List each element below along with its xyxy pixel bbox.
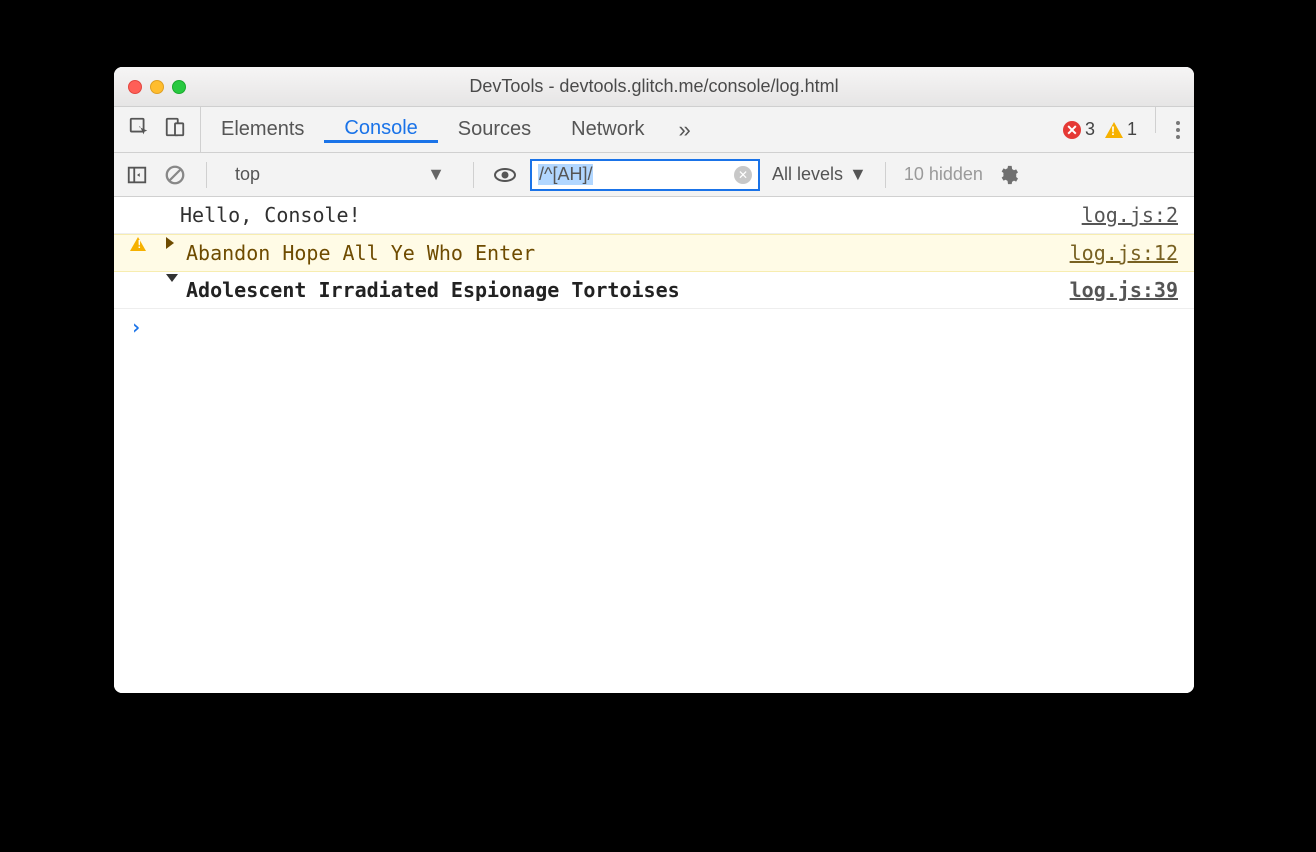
- warning-icon: [130, 237, 146, 251]
- log-message: Abandon Hope All Ye Who Enter: [180, 237, 1070, 269]
- clear-console-icon[interactable]: [162, 162, 188, 188]
- clear-filter-icon[interactable]: ✕: [734, 166, 752, 184]
- more-tabs-button[interactable]: »: [665, 107, 705, 152]
- log-row[interactable]: Abandon Hope All Ye Who Enter log.js:12: [114, 234, 1194, 272]
- divider: [1155, 107, 1156, 133]
- log-row[interactable]: Adolescent Irradiated Espionage Tortoise…: [114, 272, 1194, 309]
- live-expression-icon[interactable]: [492, 162, 518, 188]
- filter-value: /^[AH]/: [538, 164, 593, 185]
- log-source-link[interactable]: log.js:2: [1082, 199, 1178, 231]
- tab-console[interactable]: Console: [324, 117, 437, 143]
- divider: [206, 162, 207, 188]
- warning-icon: [1105, 122, 1123, 138]
- chevron-down-icon: ▼: [427, 164, 445, 185]
- titlebar: DevTools - devtools.glitch.me/console/lo…: [114, 67, 1194, 107]
- tab-sources[interactable]: Sources: [438, 118, 551, 141]
- disclosure-down-icon[interactable]: [166, 274, 178, 282]
- tab-elements[interactable]: Elements: [201, 118, 324, 141]
- log-message: Hello, Console!: [180, 199, 1082, 231]
- chevron-down-icon: ▼: [849, 164, 867, 185]
- hidden-count[interactable]: 10 hidden: [904, 164, 983, 185]
- log-level-selector[interactable]: All levels ▼: [772, 164, 867, 185]
- console-toolbar: top ▼ /^[AH]/ ✕ All levels ▼ 10 hidden: [114, 153, 1194, 197]
- context-label: top: [235, 164, 260, 185]
- console-sidebar-toggle-icon[interactable]: [124, 162, 150, 188]
- disclosure-right-icon[interactable]: [166, 237, 174, 249]
- device-toolbar-icon[interactable]: [164, 116, 186, 144]
- window-title: DevTools - devtools.glitch.me/console/lo…: [114, 76, 1194, 97]
- error-count-value: 3: [1085, 119, 1095, 140]
- execution-context-selector[interactable]: top ▼: [225, 164, 455, 185]
- console-prompt[interactable]: ›: [114, 309, 1194, 345]
- inspect-element-icon[interactable]: [128, 116, 150, 144]
- log-source-link[interactable]: log.js:12: [1070, 237, 1178, 269]
- devtools-tabs: Elements Console Sources Network » ✕ 3 1: [114, 107, 1194, 153]
- log-row[interactable]: Hello, Console! log.js:2: [114, 197, 1194, 234]
- error-count[interactable]: ✕ 3: [1063, 119, 1095, 140]
- error-icon: ✕: [1063, 121, 1081, 139]
- console-settings-icon[interactable]: [995, 162, 1021, 188]
- console-output: Hello, Console! log.js:2 Abandon Hope Al…: [114, 197, 1194, 693]
- devtools-window: DevTools - devtools.glitch.me/console/lo…: [114, 67, 1194, 693]
- filter-input[interactable]: /^[AH]/ ✕: [530, 159, 760, 191]
- divider: [473, 162, 474, 188]
- log-message: Adolescent Irradiated Espionage Tortoise…: [180, 274, 1070, 306]
- status-counters: ✕ 3 1: [1051, 107, 1149, 152]
- divider: [885, 162, 886, 188]
- tab-network[interactable]: Network: [551, 118, 664, 141]
- more-options-button[interactable]: [1162, 107, 1194, 152]
- log-source-link[interactable]: log.js:39: [1070, 274, 1178, 306]
- levels-label: All levels: [772, 164, 843, 185]
- warning-count[interactable]: 1: [1105, 119, 1137, 140]
- warning-count-value: 1: [1127, 119, 1137, 140]
